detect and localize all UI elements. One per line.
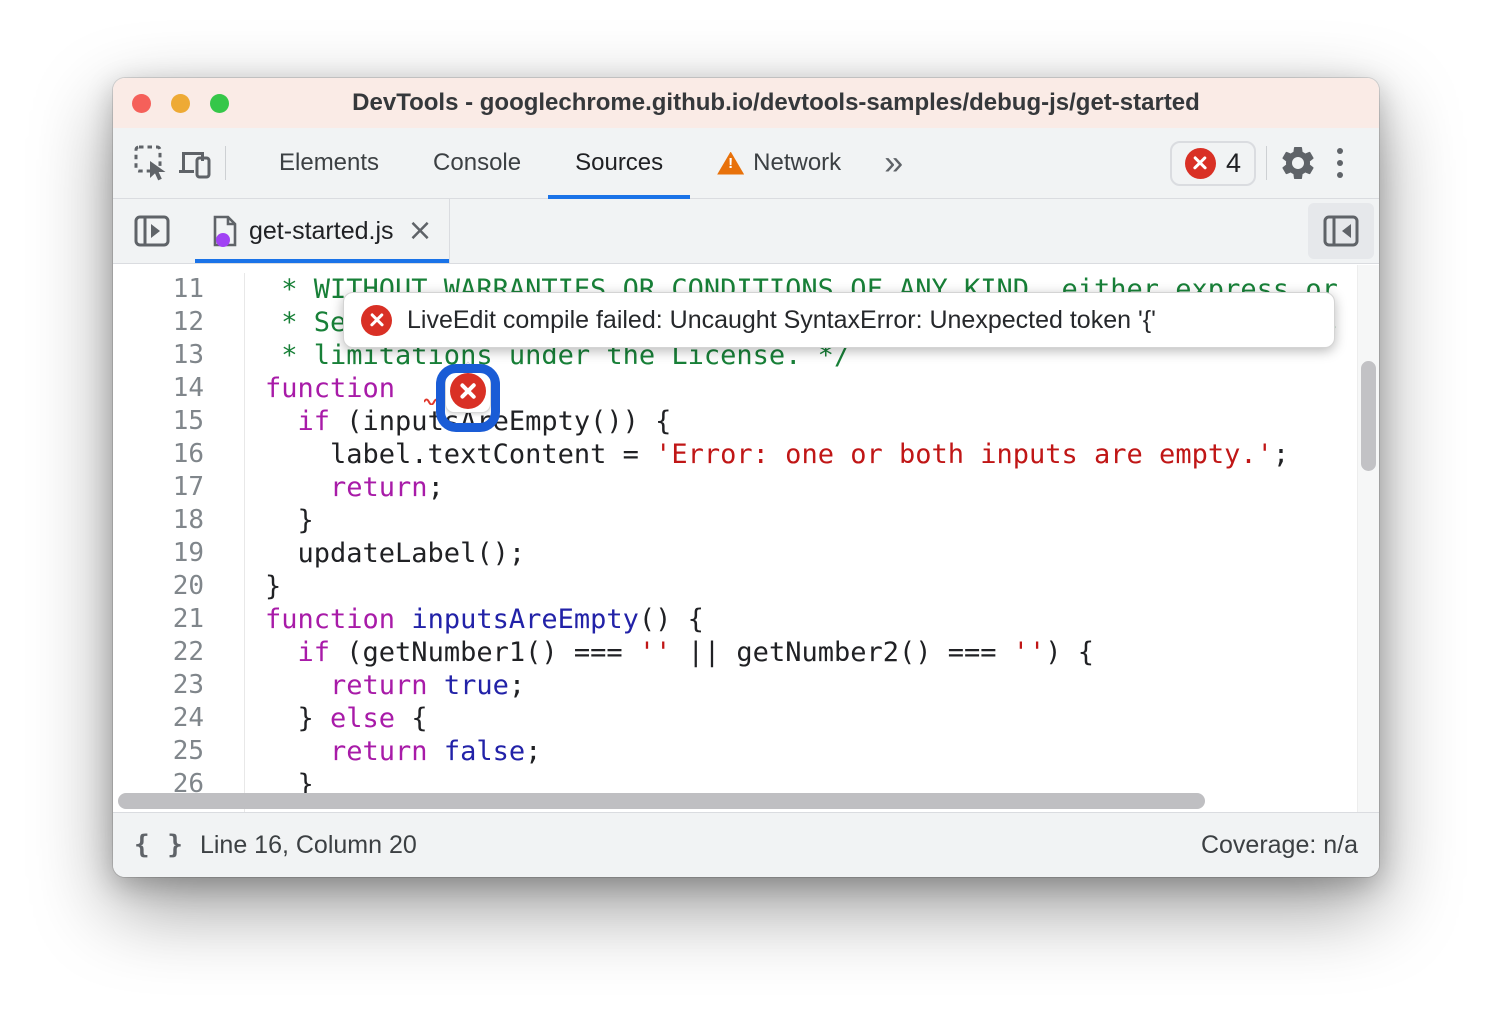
line-number[interactable]: 18	[113, 504, 204, 537]
line-number[interactable]: 21	[113, 603, 204, 636]
inline-error-widget[interactable]	[445, 369, 491, 413]
js-file-dot	[216, 233, 230, 247]
devtools-window: DevTools - googlechrome.github.io/devtoo…	[113, 78, 1379, 877]
toolbar-divider	[1266, 146, 1267, 180]
customize-devtools-button[interactable]	[1319, 141, 1361, 185]
panel-tab-sources[interactable]: Sources	[548, 128, 690, 198]
panel-tab-label: Elements	[279, 149, 379, 177]
line-number[interactable]: 13	[113, 339, 204, 372]
toolbar-divider	[225, 146, 226, 180]
statusbar: { } Line 16, Column 20 Coverage: n/a	[113, 812, 1379, 877]
code-line: if (inputsAreEmpty()) {	[265, 405, 1357, 438]
show-navigator-button[interactable]	[131, 209, 173, 253]
cursor-position: Line 16, Column 20	[200, 831, 417, 860]
code-line: label.textContent = 'Error: one or both …	[265, 438, 1357, 471]
line-number[interactable]: 19	[113, 537, 204, 570]
three-dot-menu-icon	[1337, 148, 1343, 178]
panel-tab-elements[interactable]: Elements	[252, 128, 406, 198]
line-number[interactable]: 25	[113, 735, 204, 768]
syntax-error-squiggle	[424, 396, 442, 405]
code-line: }	[265, 570, 1357, 603]
file-icon	[211, 214, 239, 248]
maximize-window-button[interactable]	[210, 94, 229, 113]
panel-expand-left-icon	[1321, 211, 1361, 251]
error-circle-icon	[450, 373, 486, 409]
file-tab-get-started-js[interactable]: get-started.js ×	[195, 199, 450, 263]
panel-tabs: Elements Console Sources! Network	[252, 128, 868, 198]
line-number[interactable]: 22	[113, 636, 204, 669]
code-line: return true;	[265, 669, 1357, 702]
inspect-element-button[interactable]	[131, 141, 173, 185]
line-number[interactable]: 11	[113, 273, 204, 306]
inspect-cursor-icon	[132, 143, 172, 183]
error-circle-icon	[361, 305, 392, 336]
settings-button[interactable]	[1277, 141, 1319, 185]
code-lines[interactable]: * WITHOUT WARRANTIES OR CONDITIONS OF AN…	[265, 273, 1357, 801]
line-number[interactable]: 24	[113, 702, 204, 735]
panel-tab-console[interactable]: Console	[406, 128, 548, 198]
liveedit-error-message: LiveEdit compile failed: Uncaught Syntax…	[407, 306, 1156, 335]
code-line: function inputsAreEmpty() {	[265, 603, 1357, 636]
devtools-toolbar: Elements Console Sources! Network » 4	[113, 128, 1379, 199]
device-toolbar-icon	[174, 143, 214, 183]
panel-expand-right-icon	[132, 211, 172, 251]
error-count: 4	[1226, 148, 1241, 179]
code-line: }	[265, 504, 1357, 537]
warning-icon: !	[717, 152, 744, 175]
line-number[interactable]: 20	[113, 570, 204, 603]
error-circle-icon	[1185, 148, 1216, 179]
line-number[interactable]: 12	[113, 306, 204, 339]
sources-tabstrip: get-started.js ×	[113, 199, 1379, 264]
code-line: return;	[265, 471, 1357, 504]
window-titlebar: DevTools - googlechrome.github.io/devtoo…	[113, 78, 1379, 128]
code-line: return false;	[265, 735, 1357, 768]
line-number[interactable]: 17	[113, 471, 204, 504]
vertical-scrollbar-track	[1357, 265, 1379, 812]
show-debugger-sidebar-button[interactable]	[1308, 203, 1374, 259]
horizontal-scrollbar-thumb[interactable]	[118, 793, 1205, 809]
vertical-scrollbar-thumb[interactable]	[1361, 361, 1376, 471]
panel-tab-network[interactable]: ! Network	[690, 128, 868, 198]
gutter: 11121314151617181920212223242526	[113, 273, 245, 812]
window-title: DevTools - googlechrome.github.io/devtoo…	[233, 78, 1319, 128]
panel-tab-label: Network	[753, 149, 841, 177]
console-errors-badge[interactable]: 4	[1170, 141, 1256, 186]
minimize-window-button[interactable]	[171, 94, 190, 113]
toggle-device-toolbar-button[interactable]	[173, 141, 215, 185]
gear-icon	[1278, 143, 1318, 183]
line-number[interactable]: 14	[113, 372, 204, 405]
coverage-status: Coverage: n/a	[1201, 831, 1358, 860]
code-line: updateLabel();	[265, 537, 1357, 570]
page-background: DevTools - googlechrome.github.io/devtoo…	[0, 0, 1492, 1026]
file-tab-label: get-started.js	[249, 217, 394, 246]
pretty-print-button[interactable]: { }	[134, 830, 184, 860]
line-number[interactable]: 15	[113, 405, 204, 438]
more-panels-button[interactable]: »	[868, 146, 917, 180]
line-number[interactable]: 16	[113, 438, 204, 471]
close-window-button[interactable]	[132, 94, 151, 113]
close-tab-icon[interactable]: ×	[408, 216, 433, 246]
line-number[interactable]: 23	[113, 669, 204, 702]
code-editor: 11121314151617181920212223242526 * WITHO…	[113, 265, 1379, 812]
panel-tab-label: Console	[433, 149, 521, 177]
panel-tab-label: Sources	[575, 149, 663, 177]
traffic-lights	[132, 94, 229, 113]
code-line: if (getNumber1() === '' || getNumber2() …	[265, 636, 1357, 669]
liveedit-error-tooltip: LiveEdit compile failed: Uncaught Syntax…	[343, 292, 1335, 348]
code-line: } else {	[265, 702, 1357, 735]
